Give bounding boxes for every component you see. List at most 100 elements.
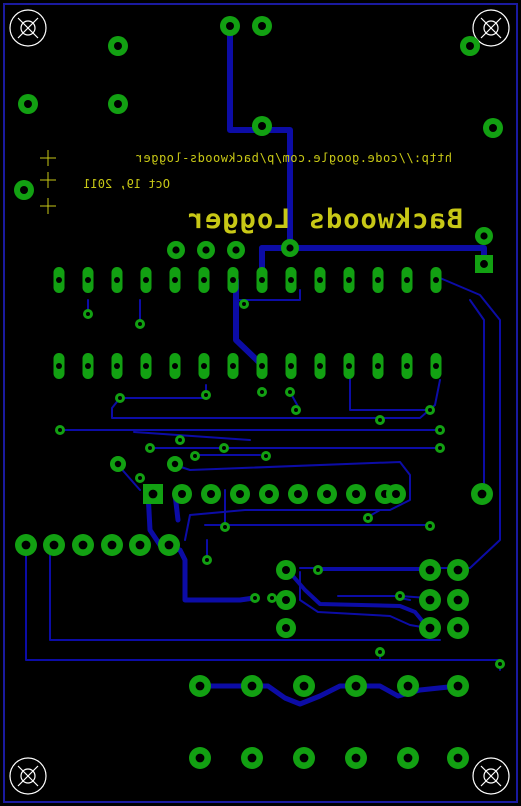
drill-hole: [288, 277, 294, 283]
drill-hole: [204, 393, 208, 397]
drill-hole: [253, 596, 257, 600]
drill-hole: [299, 681, 309, 691]
drill-hole: [172, 277, 178, 283]
drill-hole: [143, 363, 149, 369]
drill-hole: [346, 277, 352, 283]
drill-hole: [195, 753, 205, 763]
drill-hole: [428, 408, 432, 412]
drill-hole: [201, 277, 207, 283]
drill-hole: [107, 540, 117, 550]
drill-hole: [498, 662, 502, 666]
drill-hole: [58, 428, 62, 432]
drill-hole: [86, 312, 90, 316]
drill-hole: [282, 566, 290, 574]
silkscreen-title: Backwoods Logger: [187, 204, 463, 235]
drill-hole: [425, 595, 435, 605]
drill-hole: [317, 363, 323, 369]
silkscreen-date: Oct 19, 2011: [83, 177, 170, 191]
drill-hole: [453, 753, 463, 763]
drill-hole: [453, 595, 463, 605]
drill-hole: [258, 122, 266, 130]
drill-hole: [453, 623, 463, 633]
drill-hole: [232, 246, 240, 254]
pcb-layout-view: http://code.google.com/p/backwoods-logge…: [0, 0, 521, 806]
drill-hole: [20, 186, 28, 194]
drill-hole: [201, 363, 207, 369]
drill-hole: [24, 100, 32, 108]
drill-hole: [258, 22, 266, 30]
drill-hole: [236, 490, 244, 498]
drill-hole: [260, 390, 264, 394]
drill-hole: [178, 438, 182, 442]
drill-hole: [135, 540, 145, 550]
drill-hole: [226, 22, 234, 30]
drill-hole: [202, 246, 210, 254]
drill-hole: [294, 408, 298, 412]
drill-hole: [351, 753, 361, 763]
drill-hole: [375, 363, 381, 369]
drill-hole: [230, 277, 236, 283]
drill-hole: [195, 681, 205, 691]
drill-hole: [138, 322, 142, 326]
drill-hole: [118, 396, 122, 400]
drill-hole: [403, 753, 413, 763]
drill-hole: [270, 596, 274, 600]
drill-hole: [480, 260, 488, 268]
drill-hole: [49, 540, 59, 550]
drill-hole: [480, 232, 488, 240]
drill-hole: [85, 363, 91, 369]
drill-hole: [378, 418, 382, 422]
drill-hole: [425, 623, 435, 633]
drill-hole: [453, 681, 463, 691]
drill-hole: [299, 753, 309, 763]
drill-hole: [288, 363, 294, 369]
drill-hole: [247, 753, 257, 763]
drill-hole: [282, 596, 290, 604]
drill-hole: [78, 540, 88, 550]
drill-hole: [477, 489, 487, 499]
drill-hole: [323, 490, 331, 498]
drill-hole: [247, 681, 257, 691]
drill-hole: [288, 390, 292, 394]
drill-hole: [404, 277, 410, 283]
drill-hole: [265, 490, 273, 498]
drill-hole: [193, 454, 197, 458]
drill-hole: [172, 246, 180, 254]
drill-hole: [428, 524, 432, 528]
drill-hole: [56, 277, 62, 283]
drill-hole: [294, 490, 302, 498]
drill-hole: [264, 454, 268, 458]
drill-hole: [489, 124, 497, 132]
drill-hole: [398, 594, 402, 598]
drill-hole: [392, 490, 400, 498]
drill-hole: [352, 490, 360, 498]
silkscreen-url: http://code.google.com/p/backwoods-logge…: [135, 151, 452, 165]
drill-hole: [143, 277, 149, 283]
drill-hole: [438, 446, 442, 450]
drill-hole: [114, 363, 120, 369]
drill-hole: [375, 277, 381, 283]
drill-hole: [178, 490, 186, 498]
drill-hole: [56, 363, 62, 369]
drill-hole: [171, 460, 179, 468]
drill-hole: [404, 363, 410, 369]
drill-hole: [148, 446, 152, 450]
drill-hole: [403, 681, 413, 691]
drill-hole: [282, 624, 290, 632]
drill-hole: [114, 277, 120, 283]
drill-hole: [205, 558, 209, 562]
drill-hole: [85, 277, 91, 283]
drill-hole: [223, 525, 227, 529]
drill-hole: [114, 460, 122, 468]
drill-hole: [433, 277, 439, 283]
drill-hole: [114, 100, 122, 108]
drill-hole: [425, 565, 435, 575]
drill-hole: [230, 363, 236, 369]
drill-hole: [378, 650, 382, 654]
drill-hole: [114, 42, 122, 50]
drill-hole: [138, 476, 142, 480]
drill-hole: [259, 277, 265, 283]
drill-hole: [433, 363, 439, 369]
drill-hole: [351, 681, 361, 691]
drill-hole: [438, 428, 442, 432]
